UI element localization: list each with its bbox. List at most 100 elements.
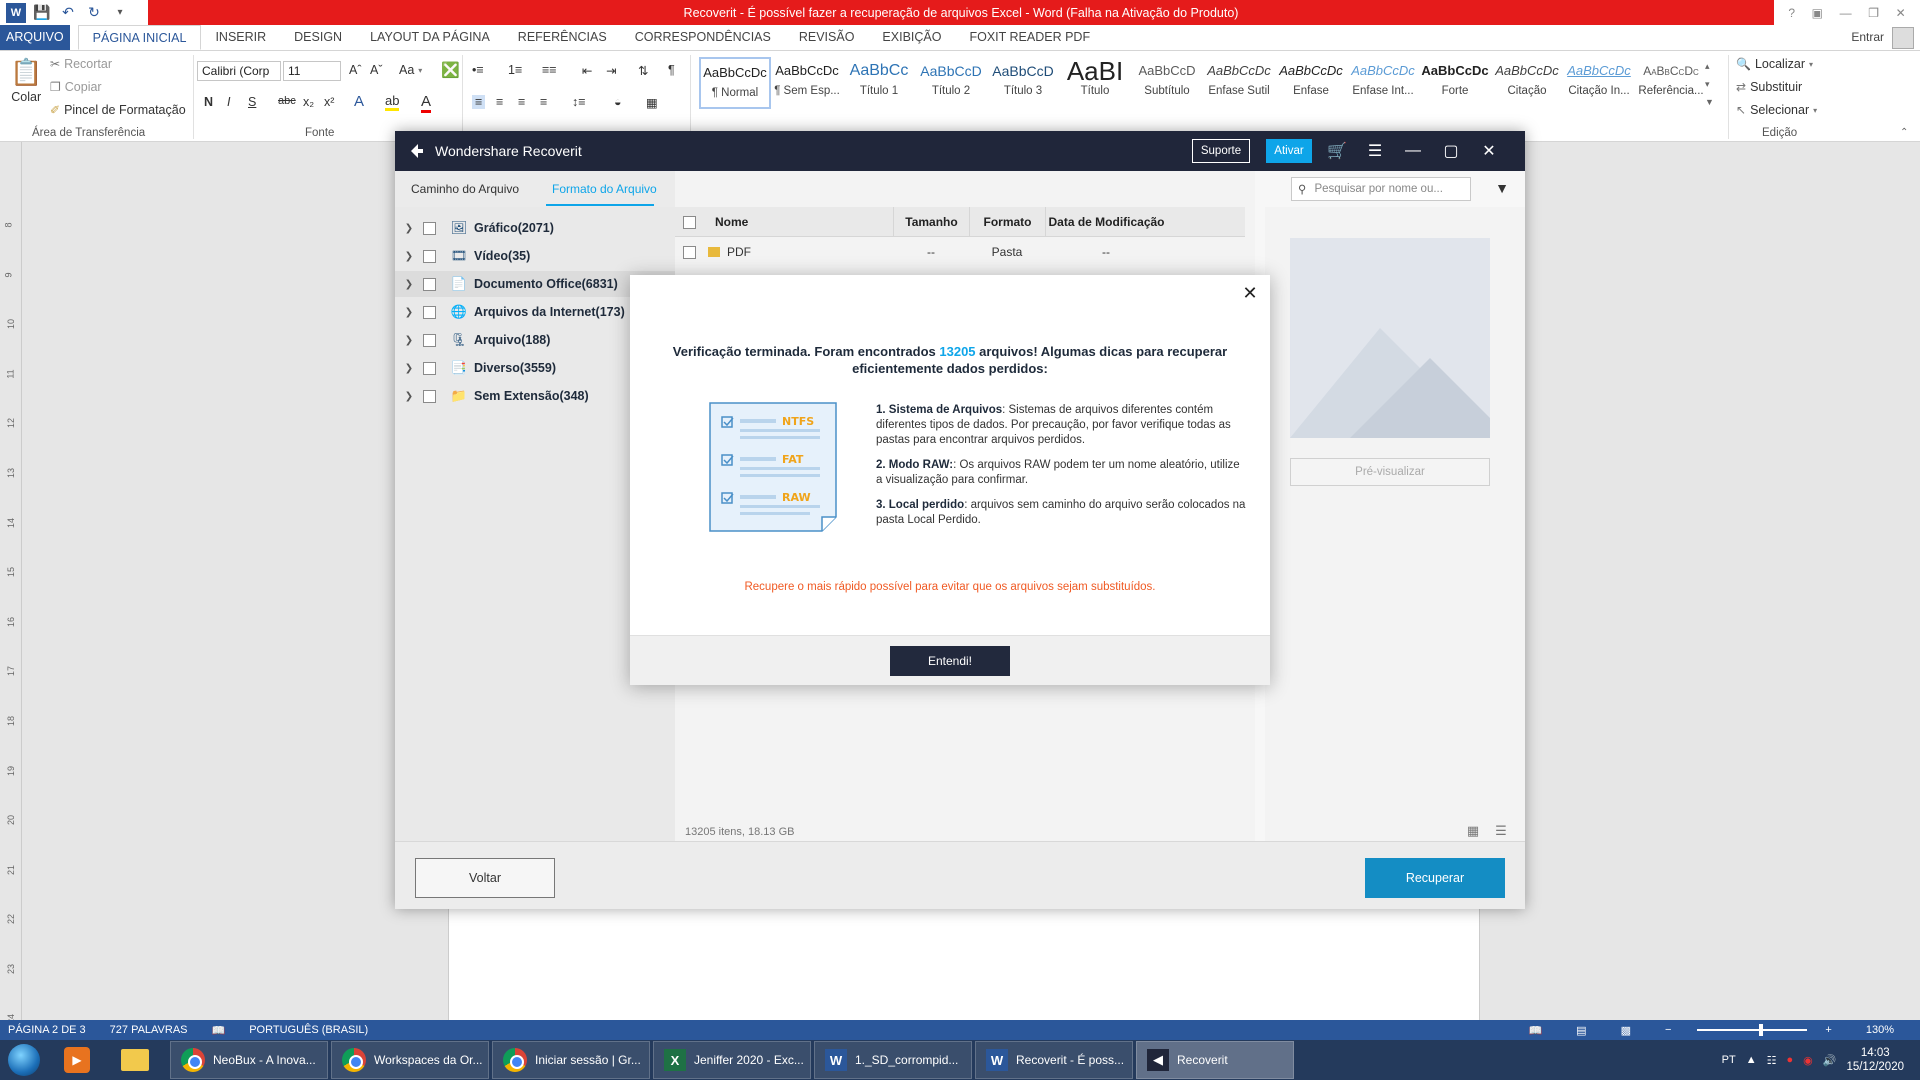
media-player-pin[interactable]: ▶ [48, 1040, 106, 1080]
style-item[interactable]: AaBbCc Título 1 [843, 57, 915, 109]
proofing-icon[interactable]: 📖 [212, 1024, 226, 1037]
row-checkbox[interactable] [675, 237, 703, 267]
tray-language[interactable]: PT [1722, 1054, 1736, 1066]
read-mode-icon[interactable]: 📖 [1528, 1024, 1542, 1037]
tab-correspondencias[interactable]: CORRESPONDÊNCIAS [621, 25, 785, 50]
network-icon[interactable]: ☷ [1767, 1054, 1777, 1067]
menu-icon[interactable]: ☰ [1363, 139, 1387, 163]
tree-checkbox[interactable] [423, 305, 436, 319]
expand-arrow-icon[interactable]: ❯ [395, 335, 423, 346]
redo-icon[interactable]: ↻ [84, 3, 104, 23]
tree-item[interactable]: ❯ 🖼 Gráfico(2071) [395, 215, 675, 241]
tab-revisao[interactable]: REVISÃO [785, 25, 869, 50]
tree-checkbox[interactable] [423, 221, 436, 235]
back-button[interactable]: Voltar [415, 858, 555, 898]
preview-button[interactable]: Pré-visualizar [1290, 458, 1490, 486]
style-item[interactable]: AaBbCcD Subtítulo [1131, 57, 1203, 109]
font-name-select[interactable]: Calibri (Corp [197, 61, 281, 81]
expand-arrow-icon[interactable]: ❯ [395, 251, 423, 262]
clock[interactable]: 14:03 15/12/2020 [1846, 1046, 1904, 1074]
tree-item[interactable]: ❯ 🎞 Vídeo(35) [395, 243, 675, 269]
style-item[interactable]: AaBI Título [1059, 57, 1131, 109]
word-count[interactable]: 727 PALAVRAS [110, 1024, 188, 1036]
cut-button[interactable]: ✂ Recortar [50, 57, 112, 71]
grid-view-icon[interactable]: ▦ [1465, 823, 1481, 838]
column-name[interactable]: Nome [703, 207, 893, 237]
replace-button[interactable]: ⇄ Substituir [1736, 80, 1802, 94]
tab-file-path[interactable]: Caminho do Arquivo [411, 182, 519, 196]
minimize-icon[interactable]: — [1840, 6, 1852, 20]
align-left-icon[interactable]: ≡ [472, 95, 486, 109]
style-item[interactable]: AaBbCcDc Ênfase Int... [1347, 57, 1419, 109]
list-view-icon[interactable]: ☰ [1493, 823, 1509, 838]
tab-foxit[interactable]: FOXIT READER PDF [955, 25, 1104, 50]
column-date[interactable]: Data de Modificação [1045, 207, 1167, 237]
zoom-level[interactable]: 130% [1866, 1024, 1894, 1036]
bold-button[interactable]: N [204, 95, 213, 109]
increase-indent-icon[interactable]: ⇥ [606, 63, 616, 78]
web-layout-icon[interactable]: ▩ [1621, 1024, 1631, 1037]
text-effects-icon[interactable]: A [354, 93, 364, 110]
italic-button[interactable]: I [227, 95, 230, 109]
taskbar-item[interactable]: Iniciar sessão | Gr... [492, 1041, 650, 1079]
filter-icon[interactable]: ▼ [1493, 179, 1511, 197]
undo-icon[interactable]: ↶ [58, 3, 78, 23]
maximize-icon[interactable]: ▢ [1439, 139, 1463, 163]
start-button[interactable] [0, 1040, 48, 1080]
align-right-icon[interactable]: ≡ [518, 95, 525, 109]
tab-pagina-inicial[interactable]: PÁGINA INICIAL [77, 25, 202, 50]
borders-icon[interactable]: ▦ [646, 95, 658, 110]
sort-icon[interactable]: ⇅ [638, 63, 648, 78]
expand-arrow-icon[interactable]: ❯ [395, 363, 423, 374]
zoom-out-icon[interactable]: − [1665, 1024, 1671, 1036]
style-item[interactable]: AaBbCcD Título 2 [915, 57, 987, 109]
gallery-up-icon[interactable]: ▴ [1705, 61, 1710, 72]
taskbar-item[interactable]: W 1._SD_corrompid... [814, 1041, 972, 1079]
ok-button[interactable]: Entendi! [890, 646, 1010, 676]
style-item[interactable]: AaBbCcDc Ênfase Sutil [1203, 57, 1275, 109]
style-item[interactable]: AaBbCcDc Citação [1491, 57, 1563, 109]
grow-font-icon[interactable]: Aˆ [349, 63, 362, 77]
page-count[interactable]: PÁGINA 2 DE 3 [8, 1024, 86, 1036]
highlight-icon[interactable]: ab [385, 93, 400, 111]
tab-exibicao[interactable]: EXIBIÇÃO [868, 25, 955, 50]
decrease-indent-icon[interactable]: ⇤ [582, 63, 592, 78]
expand-arrow-icon[interactable]: ❯ [395, 391, 423, 402]
table-row[interactable]: PDF -- Pasta -- [675, 237, 1245, 267]
style-item[interactable]: AaBbCcD Título 3 [987, 57, 1059, 109]
activate-button[interactable]: Ativar [1266, 139, 1312, 163]
taskbar-item[interactable]: Workspaces da Or... [331, 1041, 489, 1079]
taskbar-item[interactable]: X Jeniffer 2020 - Exc... [653, 1041, 811, 1079]
tab-layout[interactable]: LAYOUT DA PÁGINA [356, 25, 504, 50]
strike-button[interactable]: abc [278, 95, 296, 107]
shrink-font-icon[interactable]: Aˇ [370, 63, 383, 77]
column-size[interactable]: Tamanho [893, 207, 969, 237]
tree-checkbox[interactable] [423, 277, 436, 291]
collapse-ribbon-icon[interactable]: ⌃ [1900, 127, 1908, 138]
gallery-down-icon[interactable]: ▾ [1705, 79, 1710, 90]
select-all-checkbox[interactable] [675, 207, 703, 237]
word-app-icon[interactable]: W [6, 2, 26, 23]
style-item[interactable]: AaBbCcDc ¶ Sem Esp... [771, 57, 843, 109]
multilevel-list-icon[interactable]: ≡≡ [542, 63, 557, 77]
cart-icon[interactable]: 🛒 [1325, 139, 1349, 163]
antivirus-icon[interactable]: ● [1786, 1054, 1793, 1066]
change-case-button[interactable]: Aa ▾ [399, 63, 422, 77]
explorer-pin[interactable] [106, 1040, 164, 1080]
tree-checkbox[interactable] [423, 361, 436, 375]
app-tray-icon[interactable]: ◉ [1803, 1054, 1813, 1067]
tab-referencias[interactable]: REFERÊNCIAS [504, 25, 621, 50]
style-item[interactable]: AaBbCcDc ¶ Normal [699, 57, 771, 109]
tree-checkbox[interactable] [423, 333, 436, 347]
gallery-more-icon[interactable]: ▼ [1705, 97, 1714, 107]
style-item[interactable]: AaBbCcDc Citação In... [1563, 57, 1635, 109]
column-format[interactable]: Formato [969, 207, 1045, 237]
taskbar-item[interactable]: NeoBux - A Inova... [170, 1041, 328, 1079]
expand-arrow-icon[interactable]: ❯ [395, 279, 423, 290]
expand-arrow-icon[interactable]: ❯ [395, 307, 423, 318]
restore-icon[interactable]: ❐ [1868, 6, 1879, 20]
paste-button[interactable]: 📋 Colar [10, 57, 42, 104]
minimize-icon[interactable]: — [1401, 139, 1425, 163]
recover-button[interactable]: Recuperar [1365, 858, 1505, 898]
line-spacing-icon[interactable]: ↕≡ [572, 95, 586, 109]
